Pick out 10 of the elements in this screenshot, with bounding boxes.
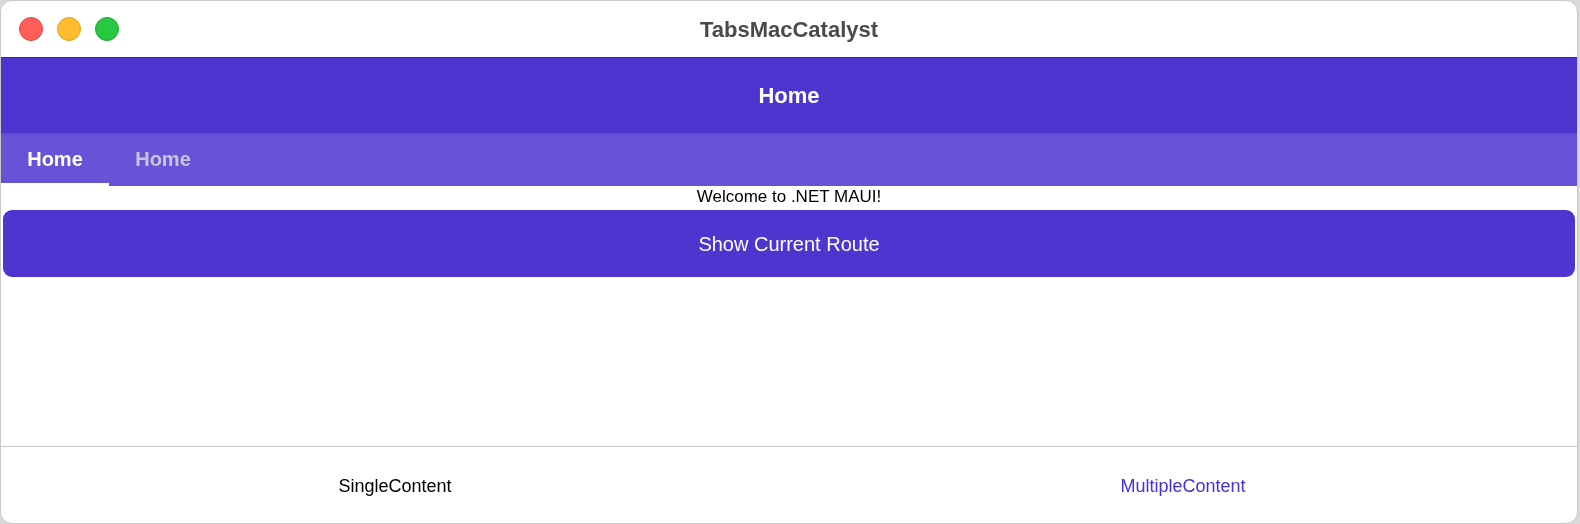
show-route-button[interactable]: Show Current Route	[3, 210, 1575, 277]
minimize-button[interactable]	[57, 17, 81, 41]
page-title: Home	[758, 82, 820, 110]
zoom-button[interactable]	[95, 17, 119, 41]
close-button[interactable]	[19, 17, 43, 41]
bottom-tab[interactable]: SingleContent	[338, 472, 452, 500]
bottom-tab[interactable]: MultipleContent	[1120, 472, 1246, 500]
window-title: TabsMacCatalyst	[699, 15, 879, 44]
tab[interactable]: Home	[1, 134, 109, 186]
welcome-text: Welcome to .NET MAUI!	[696, 187, 882, 207]
